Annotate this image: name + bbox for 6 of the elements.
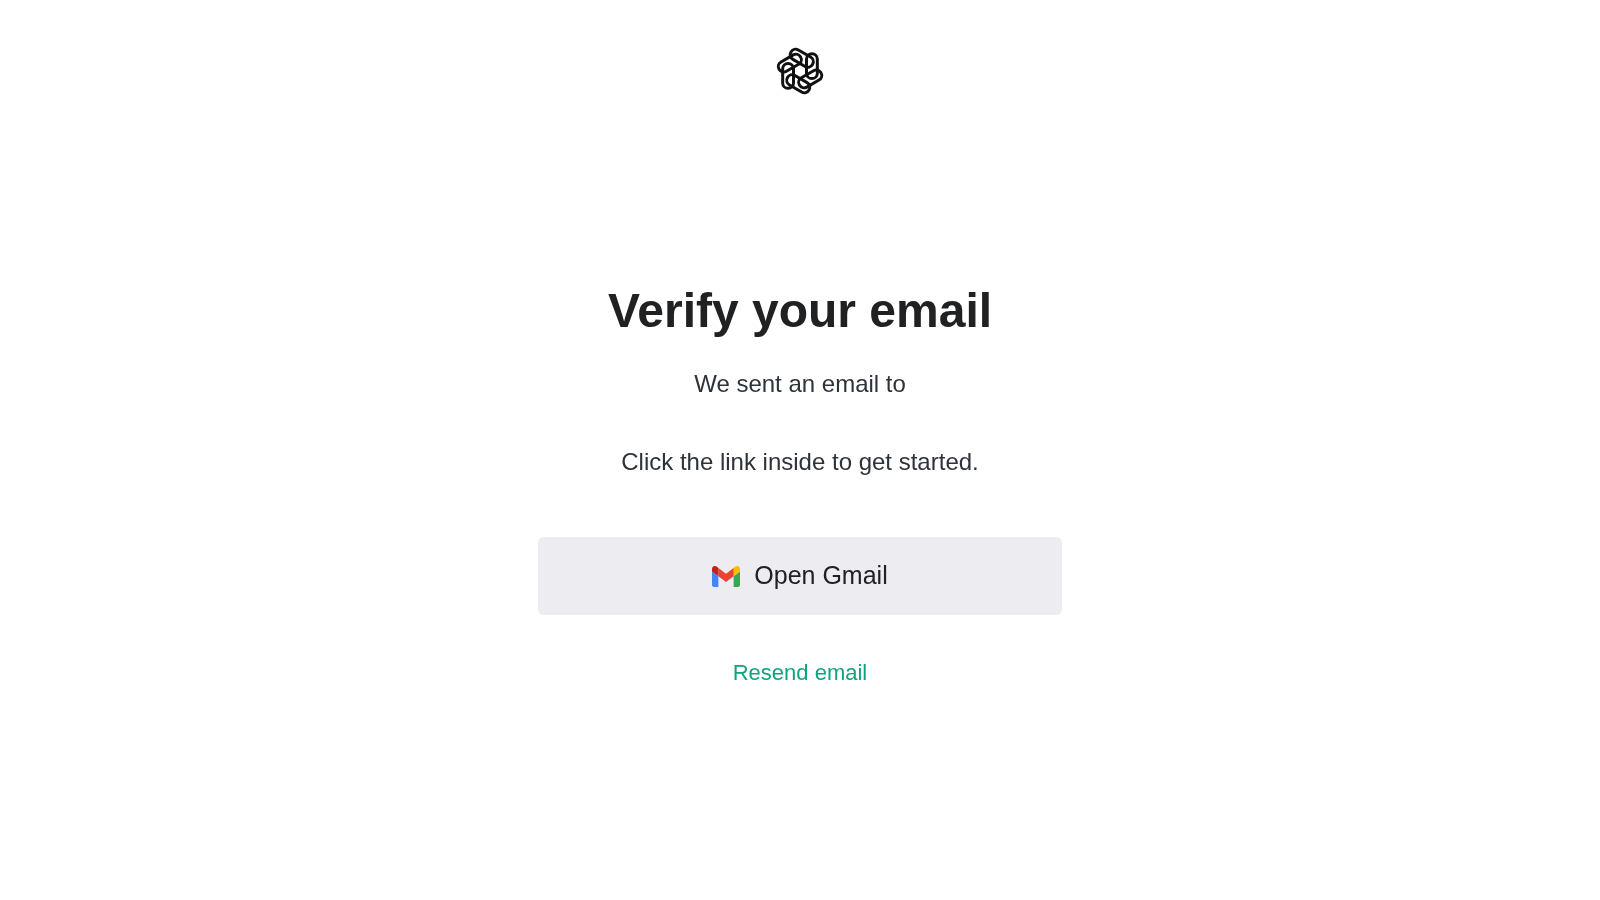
knot-logo-icon [774, 45, 826, 97]
page-title: Verify your email [607, 283, 993, 339]
instruction-text: Click the link inside to get started. [621, 447, 979, 477]
sent-message: We sent an email to [694, 369, 906, 399]
open-mail-button[interactable]: Open Gmail [538, 537, 1062, 615]
envelope-m-icon [712, 565, 741, 587]
